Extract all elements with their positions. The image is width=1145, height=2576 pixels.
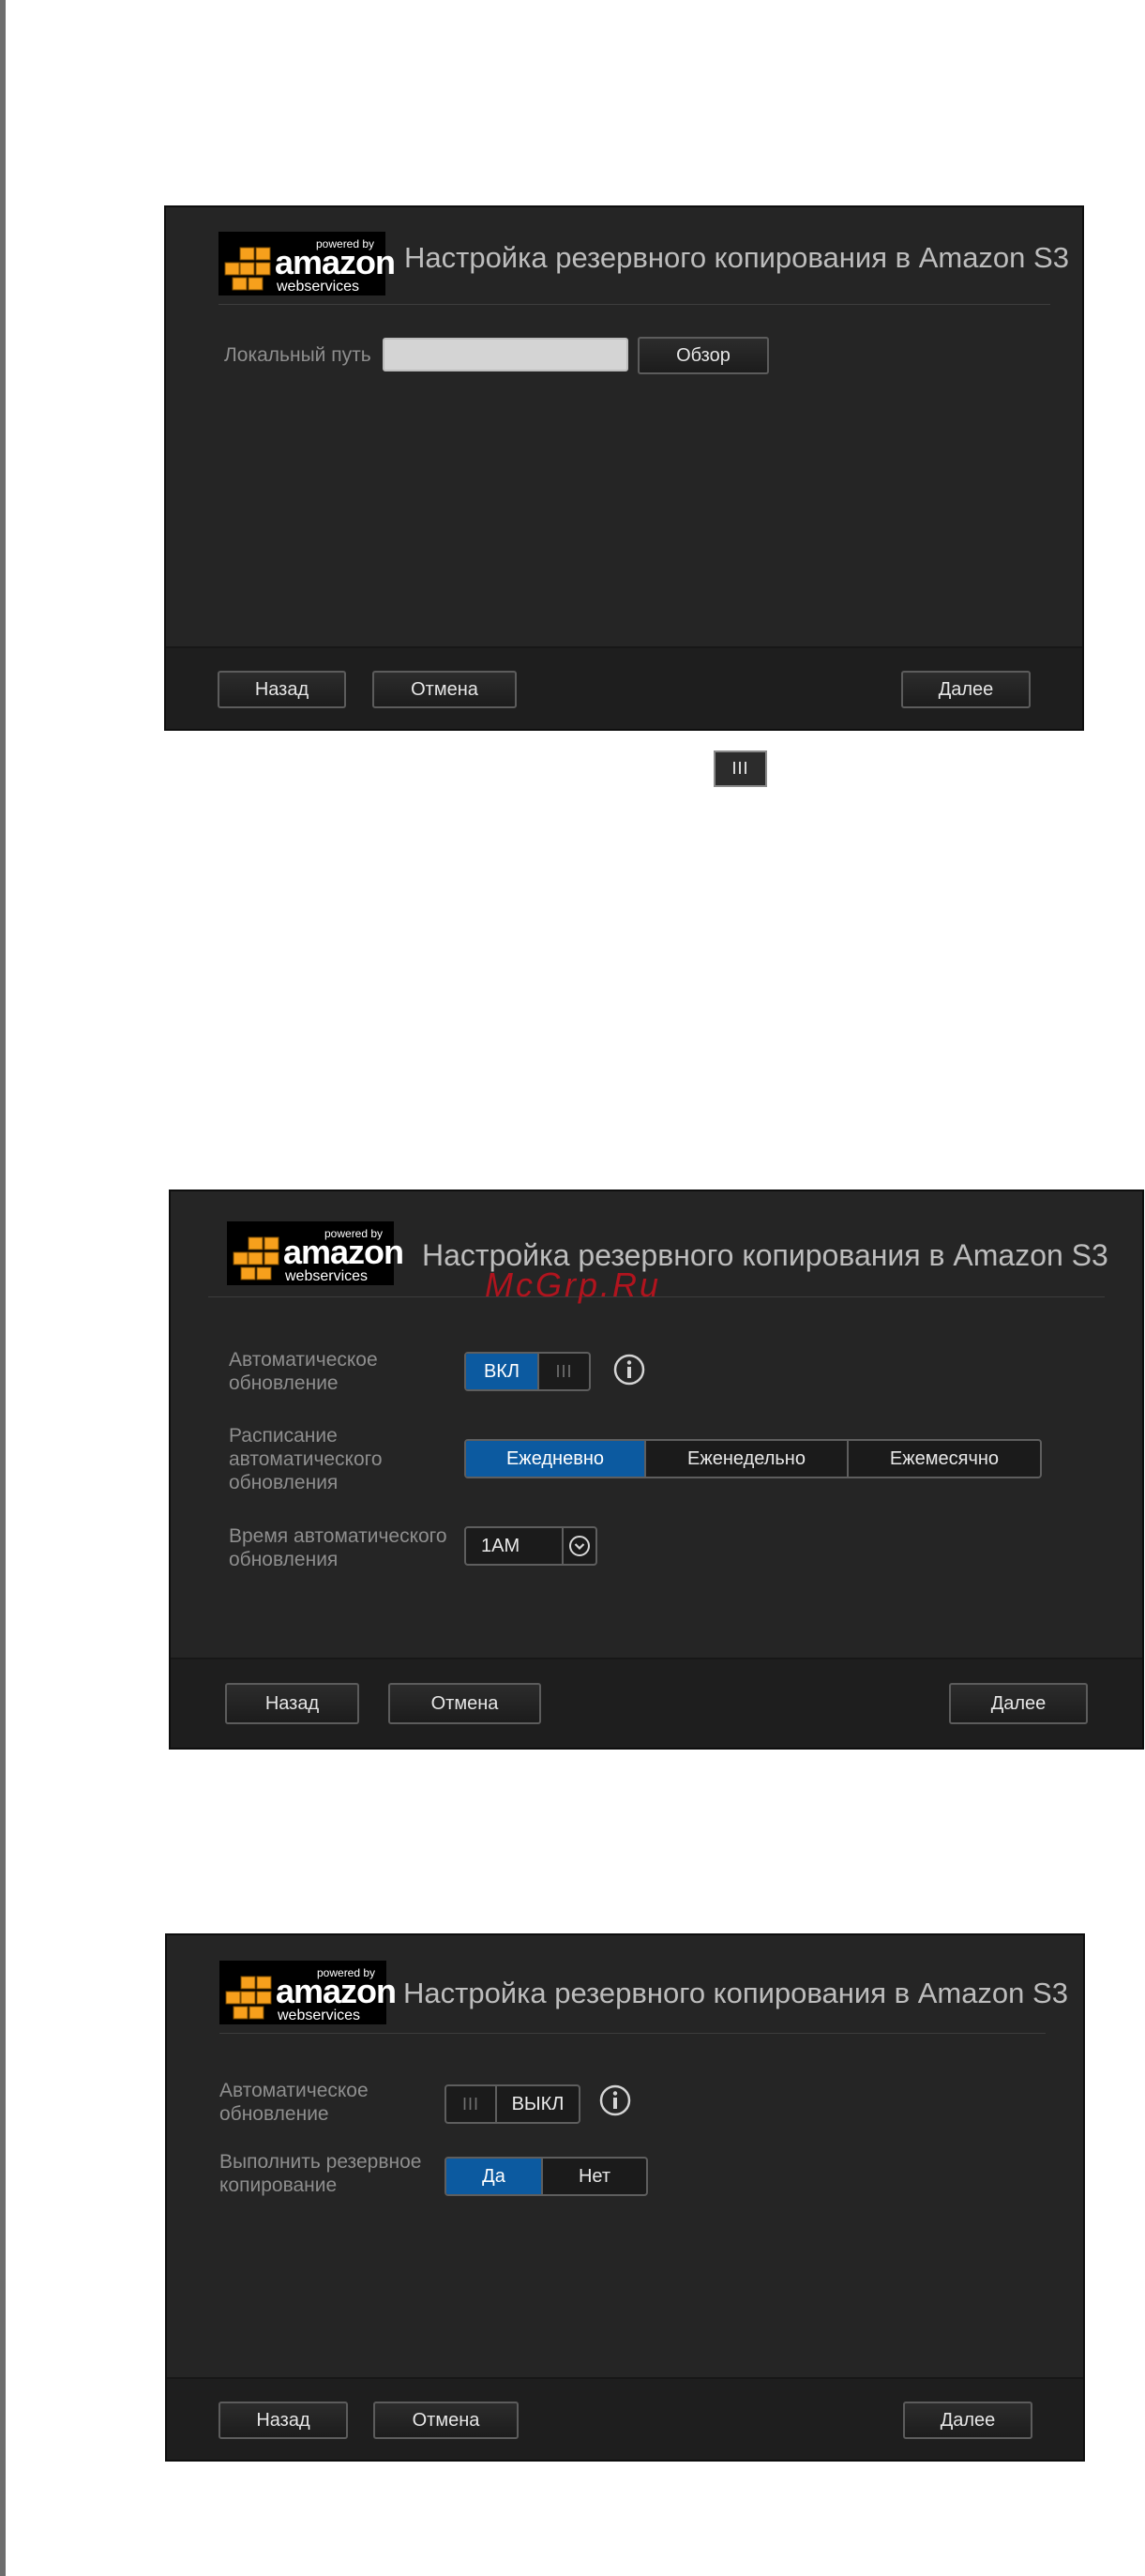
- next-button[interactable]: Далее: [901, 671, 1031, 708]
- dialog-header: powered by amazon webservices Настройка …: [167, 1935, 1083, 2038]
- schedule-label: Расписание автоматического обновления: [229, 1425, 383, 1493]
- toggle-grip-icon: III: [446, 2086, 497, 2122]
- logo-amazon: amazon: [275, 243, 396, 281]
- aws-logo: powered by amazon webservices: [218, 232, 396, 295]
- time-value: 1AM: [481, 1535, 520, 1556]
- cancel-button[interactable]: Отмена: [388, 1683, 541, 1724]
- dialog-footer: Назад Отмена Далее: [167, 2377, 1083, 2460]
- back-button[interactable]: Назад: [218, 671, 346, 708]
- logo-amazon: amazon: [283, 1233, 404, 1271]
- run-backup-selector[interactable]: Да Нет: [444, 2157, 648, 2196]
- local-path-input[interactable]: [383, 338, 628, 371]
- dialog-footer: Назад Отмена Далее: [171, 1658, 1142, 1748]
- cancel-button[interactable]: Отмена: [372, 671, 517, 708]
- header-divider: [218, 304, 1050, 305]
- dialog-title: Настройка резервного копирования в Amazo…: [404, 241, 1069, 274]
- cancel-button[interactable]: Отмена: [373, 2402, 519, 2439]
- schedule-weekly[interactable]: Еженедельно: [644, 1441, 847, 1477]
- run-backup-label: Выполнить резервное копирование: [219, 2151, 422, 2196]
- time-label: Время автоматического обновления: [229, 1525, 447, 1570]
- local-path-label: Локальный путь: [224, 344, 371, 366]
- toggle-off-label: ВЫКЛ: [511, 2093, 565, 2114]
- logo-amazon: amazon: [276, 1972, 397, 2010]
- left-margin-rule: [0, 0, 6, 2576]
- grip-icon[interactable]: III: [714, 750, 767, 787]
- dialog-title: Настройка резервного копирования в Amazo…: [403, 1977, 1068, 2009]
- header-divider: [219, 2033, 1046, 2034]
- dialog-local-path: powered by amazon webservices Настройка …: [164, 205, 1084, 731]
- toggle-on-label: ВКЛ: [466, 1354, 537, 1389]
- dialog-footer: Назад Отмена Далее: [166, 646, 1082, 729]
- dialog-run-backup: powered by amazon webservices Настройка …: [165, 1933, 1085, 2462]
- aws-logo: powered by amazon webservices: [219, 1961, 397, 2024]
- dialog-header: powered by amazon webservices Настройка …: [166, 207, 1082, 311]
- schedule-selector[interactable]: Ежедневно Еженедельно Ежемесячно: [464, 1439, 1042, 1478]
- info-icon[interactable]: [598, 2084, 632, 2117]
- run-backup-no[interactable]: Нет: [541, 2159, 646, 2194]
- browse-button[interactable]: Обзор: [638, 337, 769, 374]
- schedule-daily[interactable]: Ежедневно: [466, 1441, 644, 1477]
- auto-update-toggle[interactable]: III ВЫКЛ: [444, 2084, 580, 2124]
- logo-web-services: webservices: [277, 279, 360, 295]
- aws-cubes-icon: [225, 1976, 272, 2020]
- auto-update-toggle[interactable]: ВКЛ III: [464, 1352, 591, 1391]
- next-button[interactable]: Далее: [949, 1683, 1088, 1724]
- logo-web-services: webservices: [285, 1268, 369, 1284]
- auto-update-label: Автоматическое обновление: [229, 1349, 378, 1394]
- chevron-down-icon: [569, 1536, 590, 1556]
- run-backup-yes[interactable]: Да: [446, 2159, 541, 2194]
- aws-logo: powered by amazon webservices: [227, 1221, 404, 1285]
- watermark: McGrp.Ru: [485, 1265, 662, 1304]
- info-icon[interactable]: [612, 1353, 646, 1386]
- back-button[interactable]: Назад: [218, 2402, 348, 2439]
- aws-cubes-icon: [224, 247, 271, 291]
- schedule-monthly[interactable]: Ежемесячно: [847, 1441, 1040, 1477]
- back-button[interactable]: Назад: [225, 1683, 359, 1724]
- logo-web-services: webservices: [278, 2008, 361, 2023]
- next-button[interactable]: Далее: [903, 2402, 1032, 2439]
- toggle-grip-icon: III: [537, 1354, 589, 1389]
- aws-cubes-icon: [233, 1236, 279, 1280]
- time-dropdown[interactable]: 1AM: [464, 1526, 597, 1566]
- time-dropdown-arrow[interactable]: [562, 1528, 595, 1564]
- auto-update-label: Автоматическое обновление: [219, 2080, 369, 2125]
